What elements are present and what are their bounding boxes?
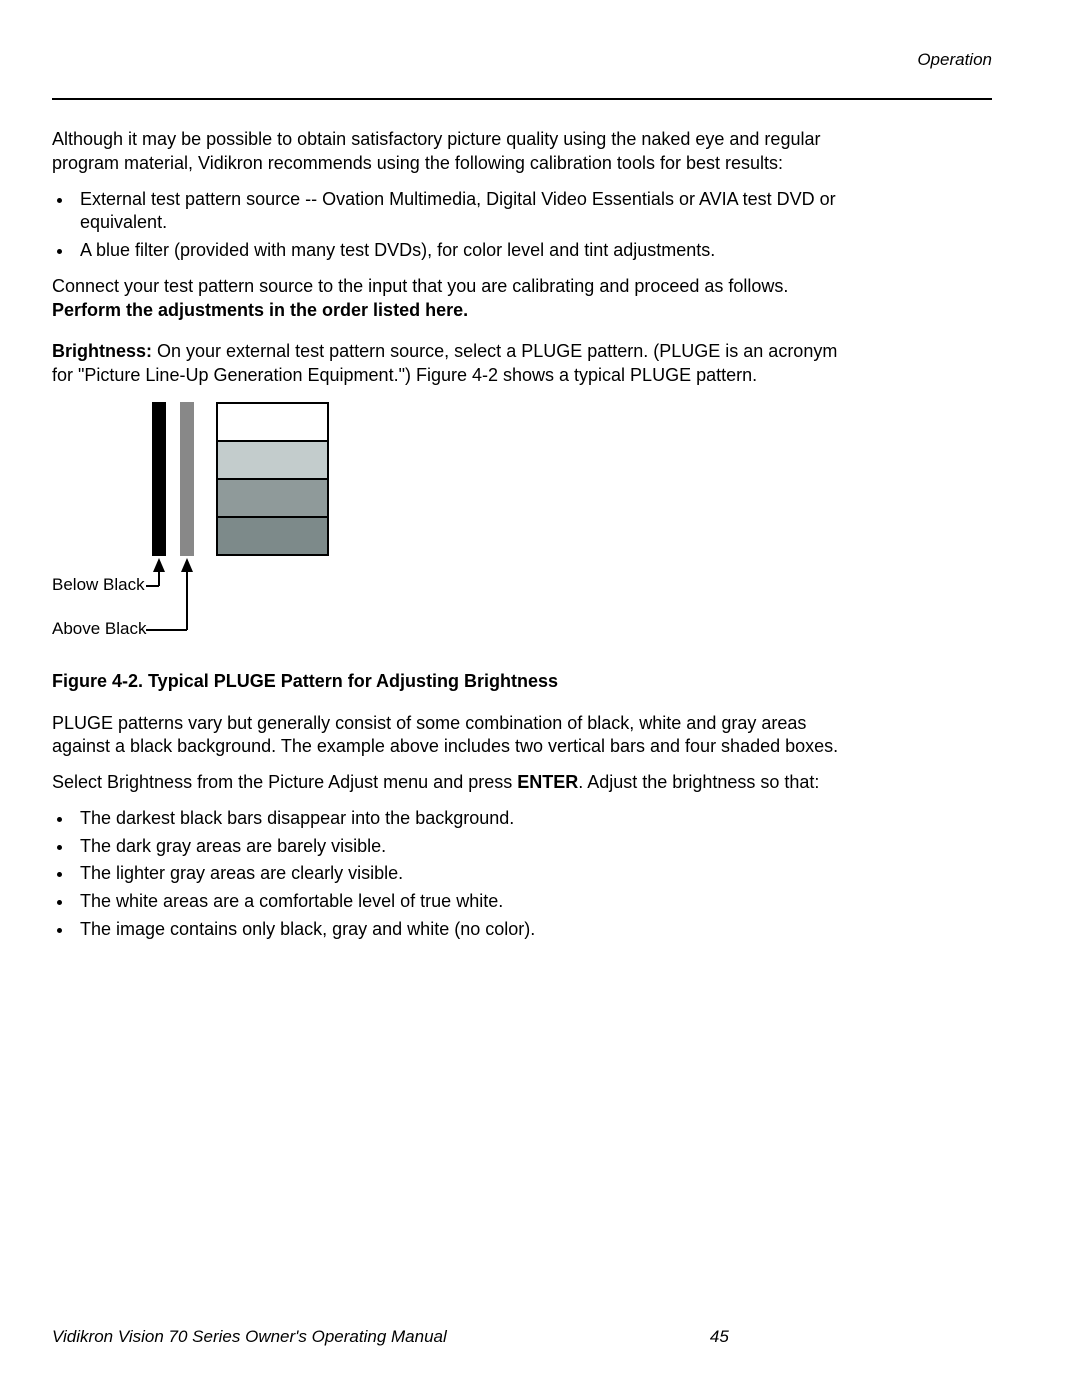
running-header: Operation <box>52 50 992 70</box>
bar-below-black <box>152 402 166 556</box>
footer-title: Vidikron Vision 70 Series Owner's Operat… <box>52 1327 447 1347</box>
connect-line: Connect your test pattern source to the … <box>52 276 788 296</box>
page-footer: Vidikron Vision 70 Series Owner's Operat… <box>52 1327 992 1347</box>
list-item: The white areas are a comfortable level … <box>74 890 862 914</box>
list-item: The dark gray areas are barely visible. <box>74 835 862 859</box>
adjust-post: . Adjust the brightness so that: <box>578 772 819 792</box>
brightness-label: Brightness: <box>52 341 152 361</box>
connect-paragraph: Connect your test pattern source to the … <box>52 275 862 323</box>
brightness-text: On your external test pattern source, se… <box>52 341 837 385</box>
enter-key-label: ENTER <box>517 772 578 792</box>
list-item: A blue filter (provided with many test D… <box>74 239 862 263</box>
intro-paragraph: Although it may be possible to obtain sa… <box>52 128 862 176</box>
shade-box-mid <box>218 478 327 516</box>
list-item: External test pattern source -- Ovation … <box>74 188 862 236</box>
brightness-paragraph: Brightness: On your external test patter… <box>52 340 862 388</box>
figure-caption: Figure 4-2. Typical PLUGE Pattern for Ad… <box>52 670 862 694</box>
list-item: The image contains only black, gray and … <box>74 918 862 942</box>
adjust-criteria-list: The darkest black bars disappear into th… <box>52 807 862 942</box>
adjust-instructions-paragraph: Select Brightness from the Picture Adjus… <box>52 771 862 795</box>
footer-page-number: 45 <box>447 1327 992 1347</box>
label-below-black: Below Black <box>52 574 145 596</box>
header-rule <box>52 98 992 100</box>
shade-box-dark <box>218 516 327 554</box>
list-item: The darkest black bars disappear into th… <box>74 807 862 831</box>
pluge-figure: Below Black Above Black <box>152 402 462 652</box>
perform-line: Perform the adjustments in the order lis… <box>52 300 468 320</box>
list-item: The lighter gray areas are clearly visib… <box>74 862 862 886</box>
shade-box-white <box>218 404 327 440</box>
bar-above-black <box>180 402 194 556</box>
body-text: Although it may be possible to obtain sa… <box>52 128 862 942</box>
document-page: Operation Although it may be possible to… <box>0 0 1080 1397</box>
pluge-bars-row <box>152 402 462 560</box>
shade-boxes <box>216 402 329 556</box>
label-above-black: Above Black <box>52 618 147 640</box>
tools-list: External test pattern source -- Ovation … <box>52 188 862 263</box>
pluge-explain-paragraph: PLUGE patterns vary but generally consis… <box>52 712 862 760</box>
shade-box-light <box>218 440 327 478</box>
adjust-pre: Select Brightness from the Picture Adjus… <box>52 772 517 792</box>
